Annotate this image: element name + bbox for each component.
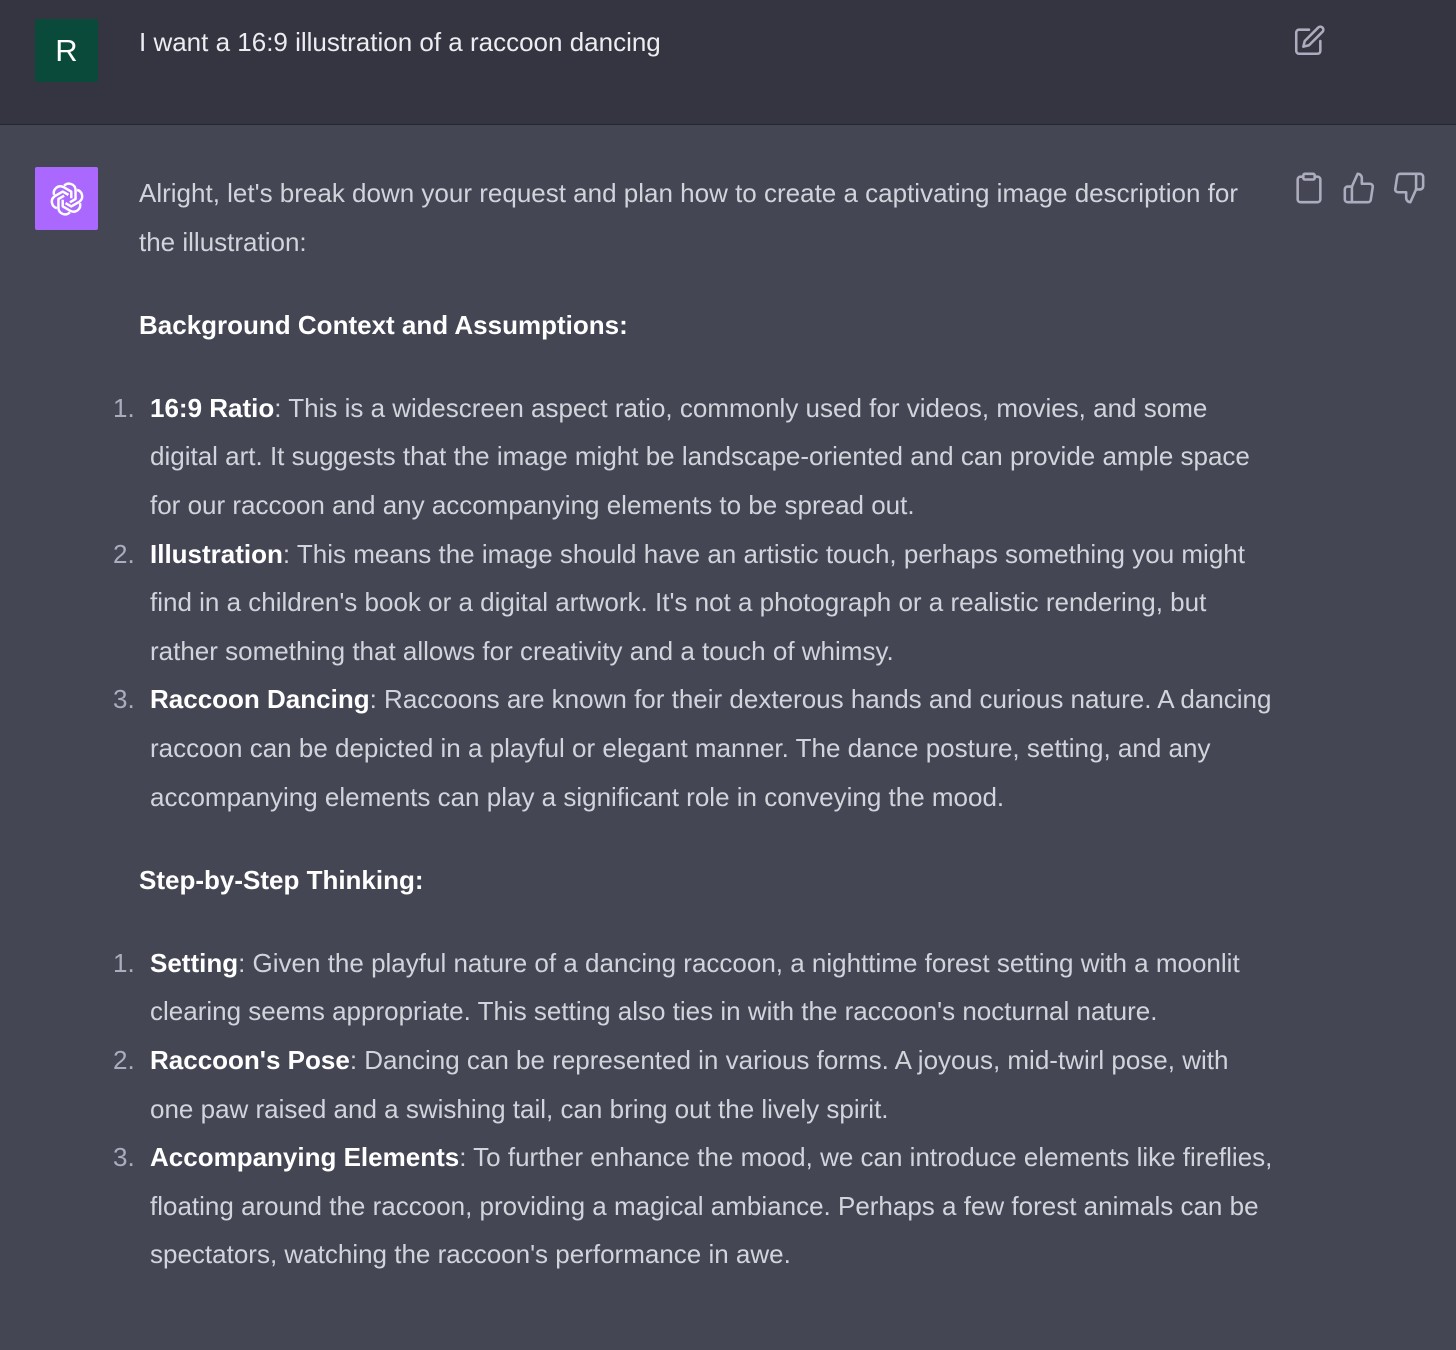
section-heading-background: Background Context and Assumptions: xyxy=(139,310,628,341)
message-actions xyxy=(1292,171,1426,205)
openai-logo-icon xyxy=(50,182,83,215)
list-term: Raccoon's Pose xyxy=(150,1044,350,1075)
list-number: 1. xyxy=(113,392,135,423)
user-message-text: I want a 16:9 illustration of a raccoon … xyxy=(139,27,661,57)
list-term: Accompanying Elements xyxy=(150,1142,460,1173)
section-heading-steps: Step-by-Step Thinking: xyxy=(139,865,424,896)
thumbs-up-icon xyxy=(1343,172,1375,204)
list-number: 2. xyxy=(113,538,135,569)
list-term: 16:9 Ratio xyxy=(150,392,275,423)
list-item: 3. Raccoon Dancing: Raccoons are known f… xyxy=(113,675,1279,821)
clipboard-icon xyxy=(1296,172,1322,204)
list-text: : Given the playful nature of a dancing … xyxy=(150,947,1240,1027)
list-number: 1. xyxy=(113,947,135,978)
list-item: 1. 16:9 Ratio: This is a widescreen aspe… xyxy=(113,384,1279,530)
thumbs-down-button[interactable] xyxy=(1392,171,1426,205)
edit-icon xyxy=(1294,25,1325,56)
list-text: : This means the image should have an ar… xyxy=(150,538,1245,666)
list-item: 1. Setting: Given the playful nature of … xyxy=(113,939,1279,1036)
list-term: Raccoon Dancing xyxy=(150,684,370,715)
list-number: 3. xyxy=(113,1142,135,1173)
assistant-message-row: Alright, let's break down your request a… xyxy=(0,125,1456,1350)
list-item: 2. Illustration: This means the image sh… xyxy=(113,530,1279,676)
list-text: : This is a widescreen aspect ratio, com… xyxy=(150,392,1250,520)
copy-button[interactable] xyxy=(1292,171,1326,205)
assistant-message-content: Alright, let's break down your request a… xyxy=(113,169,1279,1279)
list-item: 2. Raccoon's Pose: Dancing can be repres… xyxy=(113,1036,1279,1133)
thumbs-up-button[interactable] xyxy=(1342,171,1376,205)
user-avatar-letter: R xyxy=(55,32,78,68)
list-number: 3. xyxy=(113,684,135,715)
background-list: 1. 16:9 Ratio: This is a widescreen aspe… xyxy=(113,384,1279,821)
list-item: 3. Accompanying Elements: To further enh… xyxy=(113,1133,1279,1279)
list-term: Illustration xyxy=(150,538,283,569)
edit-message-button[interactable] xyxy=(1292,24,1326,58)
list-number: 2. xyxy=(113,1044,135,1075)
thumbs-down-icon xyxy=(1393,172,1425,204)
assistant-intro: Alright, let's break down your request a… xyxy=(139,178,1239,257)
assistant-avatar xyxy=(35,167,98,230)
user-avatar: R xyxy=(35,19,98,82)
list-term: Setting xyxy=(150,947,239,978)
steps-list: 1. Setting: Given the playful nature of … xyxy=(113,939,1279,1279)
user-message-row: R I want a 16:9 illustration of a raccoo… xyxy=(0,0,1456,125)
